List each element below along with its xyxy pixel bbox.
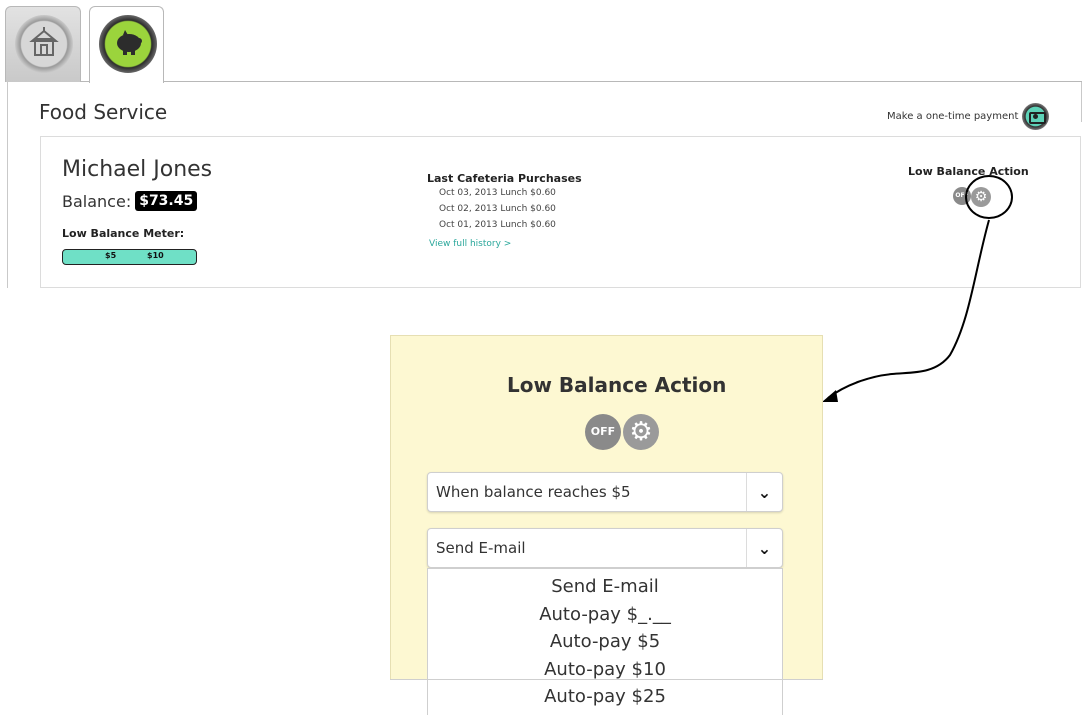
- panel-border: [7, 82, 8, 288]
- tab-divider: [81, 81, 89, 82]
- low-balance-action-title: Low Balance Action: [908, 165, 1029, 178]
- balance-row: Balance: $73.45: [62, 191, 198, 211]
- low-balance-action-buttons: OFF ⚙: [585, 414, 659, 450]
- purchase-row: Oct 01, 2013 Lunch $0.60: [439, 220, 556, 230]
- piggy-bank-icon: [99, 15, 157, 73]
- one-time-payment-link[interactable]: Make a one-time payment: [887, 103, 1050, 130]
- purchase-row: Oct 02, 2013 Lunch $0.60: [439, 204, 556, 214]
- payment-link-label: Make a one-time payment: [887, 111, 1019, 122]
- callout-arrow: [822, 219, 990, 402]
- meter-tick-5: $5: [105, 251, 117, 260]
- action-select[interactable]: Send E-mail ⌄: [427, 528, 783, 568]
- balance-value: $73.45: [135, 191, 198, 211]
- low-balance-meter: $5 $10: [62, 249, 197, 265]
- action-select-value: Send E-mail: [436, 539, 526, 557]
- off-toggle[interactable]: OFF: [585, 414, 621, 450]
- low-balance-action-heading: Low Balance Action: [507, 373, 727, 397]
- chevron-down-icon[interactable]: ⌄: [746, 529, 782, 567]
- dropdown-option-autopay-5[interactable]: Auto-pay $5: [428, 628, 782, 656]
- panel-bottom-border: [390, 679, 823, 680]
- purchases-section: Last Cafeteria Purchases Oct 03, 2013 Lu…: [427, 172, 582, 249]
- student-name: Michael Jones: [62, 157, 213, 182]
- tab-divider: [164, 81, 1082, 82]
- purchases-title: Last Cafeteria Purchases: [427, 172, 582, 185]
- purchase-row: Oct 03, 2013 Lunch $0.60: [439, 188, 556, 198]
- tab-school[interactable]: [5, 6, 81, 82]
- view-history-link[interactable]: View full history >: [429, 239, 582, 249]
- threshold-select[interactable]: When balance reaches $5 ⌄: [427, 472, 783, 512]
- dropdown-option-send-email[interactable]: Send E-mail: [428, 573, 782, 601]
- school-icon: [15, 15, 73, 73]
- dropdown-option-autopay-custom[interactable]: Auto-pay $_.__: [428, 601, 782, 629]
- money-icon[interactable]: [1022, 103, 1050, 130]
- low-balance-action-panel: Low Balance Action OFF ⚙ When balance re…: [390, 335, 823, 715]
- page-title: Food Service: [39, 100, 168, 124]
- gear-icon[interactable]: ⚙: [623, 414, 659, 450]
- tab-food-service[interactable]: [89, 6, 164, 83]
- balance-label: Balance:: [62, 191, 132, 211]
- panel-border: [1081, 82, 1082, 122]
- dropdown-option-autopay-25[interactable]: Auto-pay $25: [428, 683, 782, 711]
- chevron-down-icon[interactable]: ⌄: [746, 473, 782, 511]
- action-dropdown-list: Send E-mail Auto-pay $_.__ Auto-pay $5 A…: [427, 568, 783, 715]
- threshold-select-value: When balance reaches $5: [436, 483, 631, 501]
- meter-label: Low Balance Meter:: [62, 227, 185, 240]
- meter-tick-10: $10: [147, 251, 164, 260]
